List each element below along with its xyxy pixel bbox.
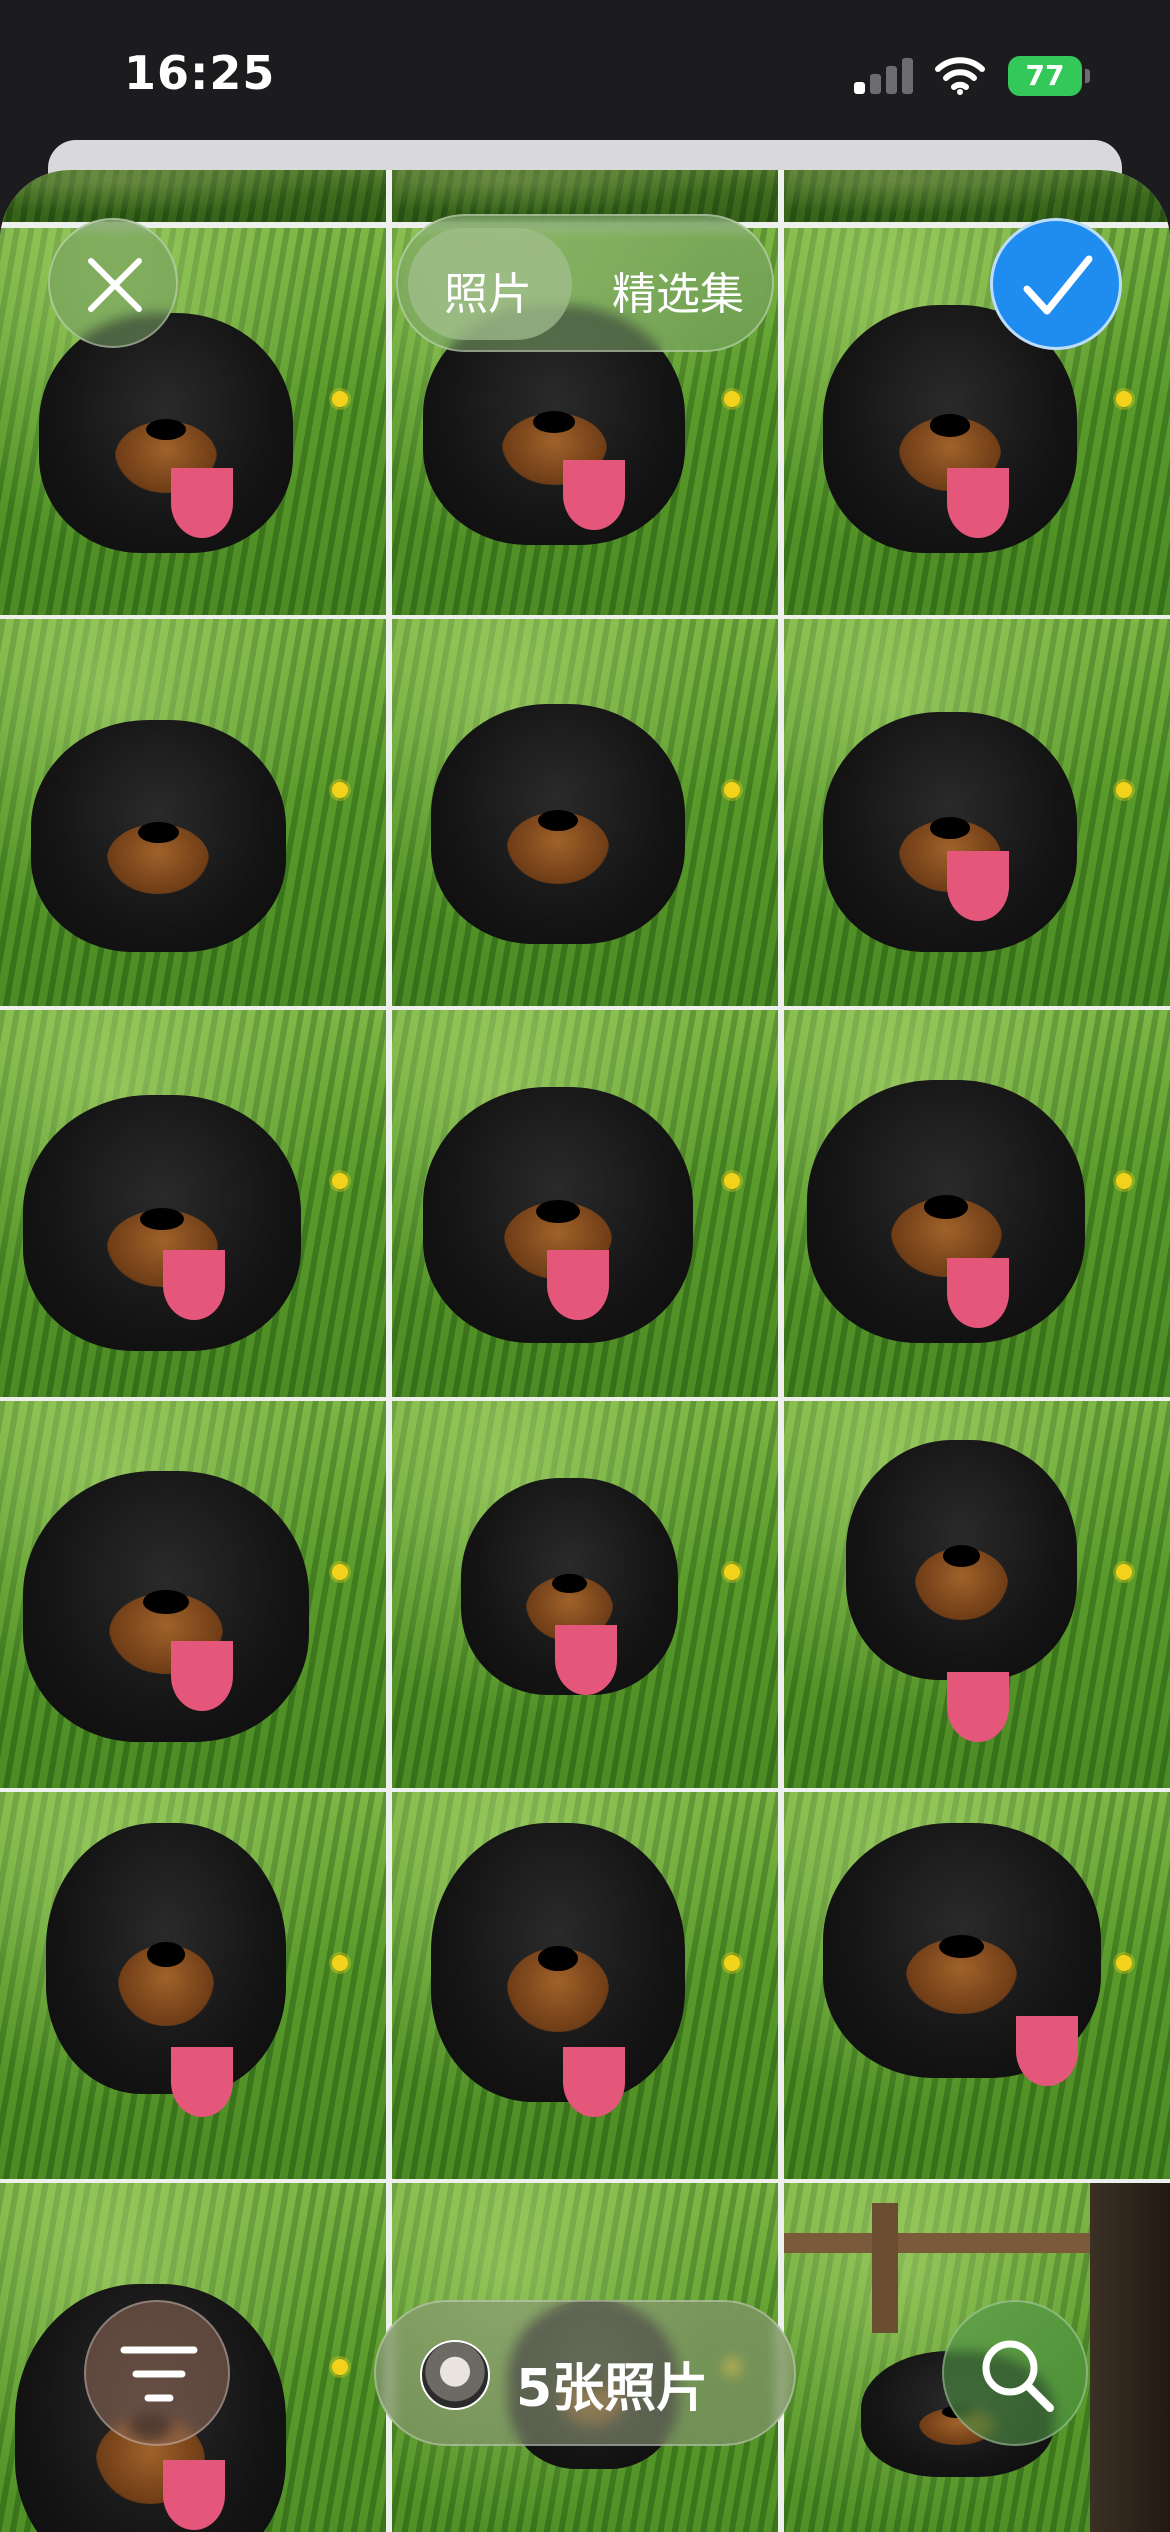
dog: [30, 719, 286, 952]
dandelion: [331, 390, 348, 407]
dog: [430, 704, 686, 945]
tree-trunk: [1090, 2183, 1170, 2532]
dandelion: [1115, 390, 1132, 407]
dog-photo[interactable]: [392, 1010, 778, 1397]
dog-tongue: [163, 1249, 225, 1320]
dog: [822, 711, 1078, 952]
dog-tongue: [947, 851, 1009, 922]
fence-post: [872, 2203, 898, 2333]
dandelion: [331, 2359, 348, 2376]
dog-tongue: [547, 1249, 610, 1320]
dandelion: [723, 1563, 740, 1580]
dog-tongue: [947, 1671, 1009, 1742]
filter-icon: [120, 2346, 198, 2402]
dandelion: [331, 781, 348, 798]
segmented-control: 照片 精选集: [396, 214, 774, 352]
dandelion: [331, 1172, 348, 1189]
close-button[interactable]: [48, 218, 178, 348]
dog: [23, 1470, 309, 1742]
dog: [23, 1095, 302, 1351]
selection-thumbnail: [420, 2340, 490, 2410]
dog-photo[interactable]: [392, 619, 778, 1006]
dandelion: [723, 1954, 740, 1971]
filter-button[interactable]: [84, 2300, 230, 2446]
selection-count-label: 5张照片: [516, 2359, 709, 2419]
dandelion: [723, 781, 740, 798]
dog-photo[interactable]: [0, 1010, 386, 1397]
dog-photo[interactable]: [0, 619, 386, 1006]
photo-partial[interactable]: [0, 170, 386, 222]
battery-level: 77: [1008, 56, 1082, 96]
dog-photo[interactable]: [0, 1792, 386, 2179]
dog-tongue: [1016, 2016, 1079, 2087]
photo-picker-sheet: [0, 170, 1170, 2532]
cellular-signal-icon: [854, 58, 914, 94]
dog: [430, 1822, 686, 2102]
dog-tongue: [170, 467, 233, 538]
dandelion: [1115, 1563, 1132, 1580]
photo-partial[interactable]: [784, 170, 1170, 222]
dog-tongue: [562, 2047, 625, 2118]
dog-photo[interactable]: [784, 619, 1170, 1006]
dandelion: [1115, 781, 1132, 798]
dog-photo[interactable]: [392, 1792, 778, 2179]
selection-count-button[interactable]: 5张照片: [374, 2300, 796, 2446]
dog-photo[interactable]: [392, 1401, 778, 1788]
dog-photo[interactable]: [784, 1401, 1170, 1788]
dandelion: [723, 390, 740, 407]
dandelion: [331, 1563, 348, 1580]
dog-tongue: [163, 2460, 225, 2531]
dog-tongue: [170, 1640, 233, 1711]
dandelion: [331, 1954, 348, 1971]
dog-tongue: [947, 467, 1009, 538]
confirm-button[interactable]: [990, 218, 1122, 350]
checkmark-icon: [1023, 255, 1093, 315]
status-time: 16:25: [124, 46, 276, 100]
close-icon: [88, 258, 142, 312]
search-icon: [982, 2340, 1054, 2412]
wifi-icon: [934, 54, 986, 96]
dog-photo[interactable]: [784, 1010, 1170, 1397]
dog-photo[interactable]: [0, 1401, 386, 1788]
segment-collections[interactable]: 精选集: [612, 258, 744, 322]
dog: [845, 1439, 1078, 1680]
dog-tongue: [947, 1257, 1009, 1328]
dog-tongue: [562, 460, 625, 531]
dandelion: [1115, 1172, 1132, 1189]
dog: [46, 1822, 286, 2094]
dog: [807, 1079, 1086, 1343]
battery-icon: 77: [1008, 56, 1090, 96]
photo-picker-screen: 16:25 77 照片 精选集 5张照片: [0, 0, 1170, 2532]
dog: [38, 313, 294, 554]
dog-photo[interactable]: [784, 1792, 1170, 2179]
segment-photos[interactable]: 照片: [444, 258, 532, 322]
search-button[interactable]: [942, 2300, 1088, 2446]
dandelion: [723, 1172, 740, 1189]
dandelion: [1115, 1954, 1132, 1971]
status-bar: 16:25 77: [0, 0, 1170, 150]
dog-tongue: [170, 2047, 233, 2118]
dog-tongue: [555, 1625, 617, 1696]
